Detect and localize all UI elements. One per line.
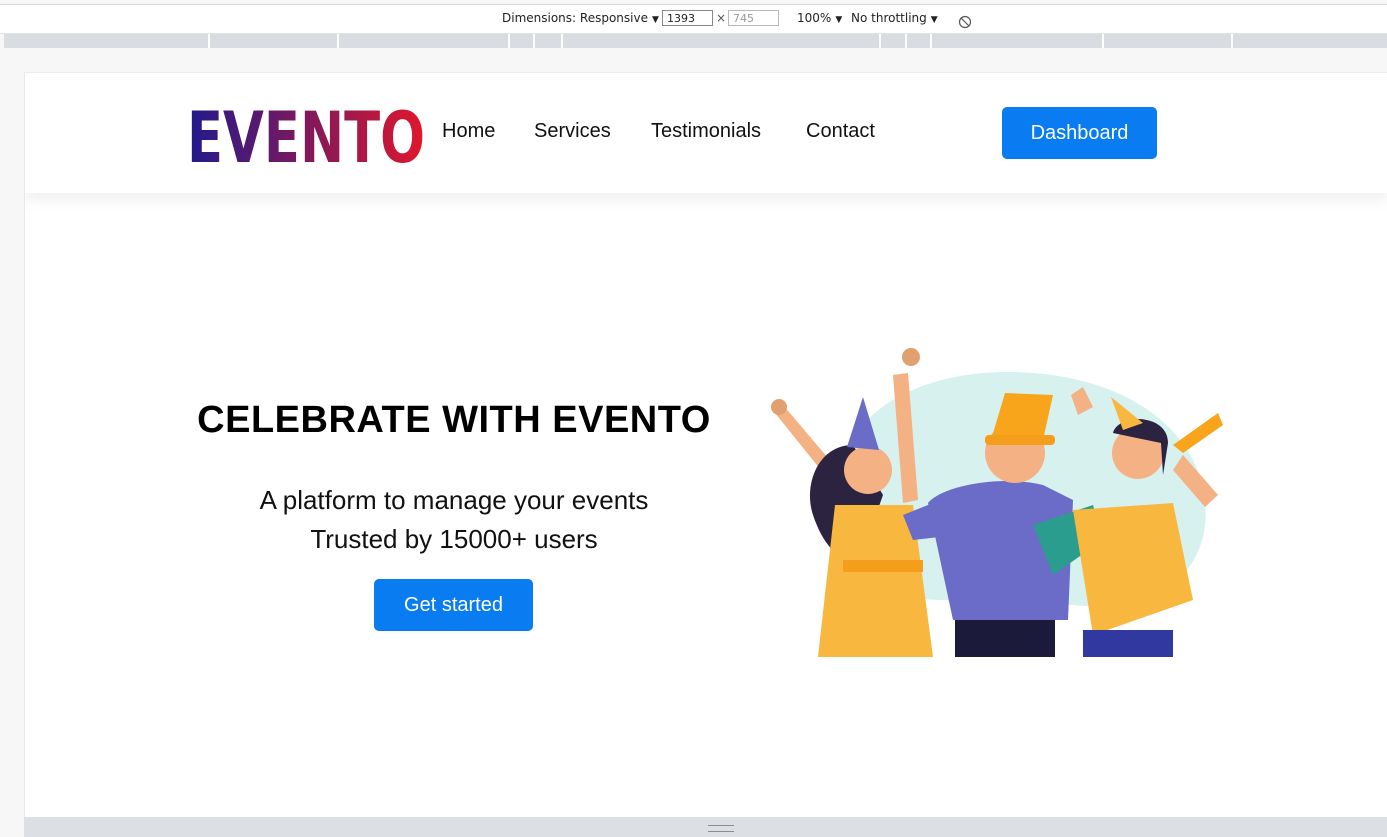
devtools-device-toolbar: Dimensions: Responsive ▼ 1393 × 745 100% ▼… (0, 4, 1387, 34)
dropdown-arrow-icon: ▼ (651, 15, 659, 25)
resize-bar[interactable] (24, 817, 1387, 837)
ruler-divider (1231, 34, 1233, 48)
ruler-divider (561, 34, 563, 48)
ruler-divider (879, 34, 881, 48)
nav-link-home[interactable]: Home (442, 120, 495, 143)
hero-subtitle-line2: Trusted by 15000+ users (310, 524, 598, 554)
hero-subtitle-line1: A platform to manage your events (259, 485, 649, 515)
media-query-ruler[interactable] (4, 34, 1387, 48)
dropdown-arrow-icon: ▼ (930, 15, 938, 25)
ruler-divider (337, 34, 339, 48)
get-started-button[interactable]: Get started (374, 579, 533, 631)
nav-link-contact[interactable]: Contact (806, 120, 875, 143)
hero-title: CELEBRATE WITH EVENTO (197, 399, 711, 441)
throttling-label: No throttling (851, 11, 927, 25)
navbar: EVENTO Home Services Testimonials Contac… (25, 73, 1387, 193)
page-viewport: EVENTO Home Services Testimonials Contac… (24, 72, 1387, 818)
height-input[interactable]: 745 (728, 10, 779, 26)
times-separator: × (716, 11, 727, 25)
ruler-divider (1102, 34, 1104, 48)
ruler-divider (930, 34, 932, 48)
zoom-dropdown[interactable]: 100% ▼ (797, 11, 842, 25)
dimensions-dropdown[interactable]: Dimensions: Responsive ▼ (502, 11, 659, 25)
nav-link-testimonials[interactable]: Testimonials (651, 120, 761, 143)
zoom-label: 100% (797, 11, 832, 25)
dimensions-label: Dimensions: Responsive (502, 11, 648, 25)
ruler-divider (208, 34, 210, 48)
evento-logo[interactable]: EVENTO (185, 101, 427, 169)
throttling-dropdown[interactable]: No throttling ▼ (851, 11, 938, 25)
dashboard-button[interactable]: Dashboard (1002, 107, 1157, 159)
party-people-illustration (771, 348, 1223, 657)
ruler-divider (508, 34, 510, 48)
logo-text: EVENTO (187, 101, 425, 169)
ruler-divider (533, 34, 535, 48)
resize-handle-icon[interactable] (708, 825, 734, 832)
nav-link-services[interactable]: Services (534, 120, 611, 143)
dropdown-arrow-icon: ▼ (835, 15, 843, 25)
ruler-divider (905, 34, 907, 48)
rotate-icon[interactable] (958, 15, 972, 29)
width-input[interactable]: 1393 (662, 10, 713, 26)
